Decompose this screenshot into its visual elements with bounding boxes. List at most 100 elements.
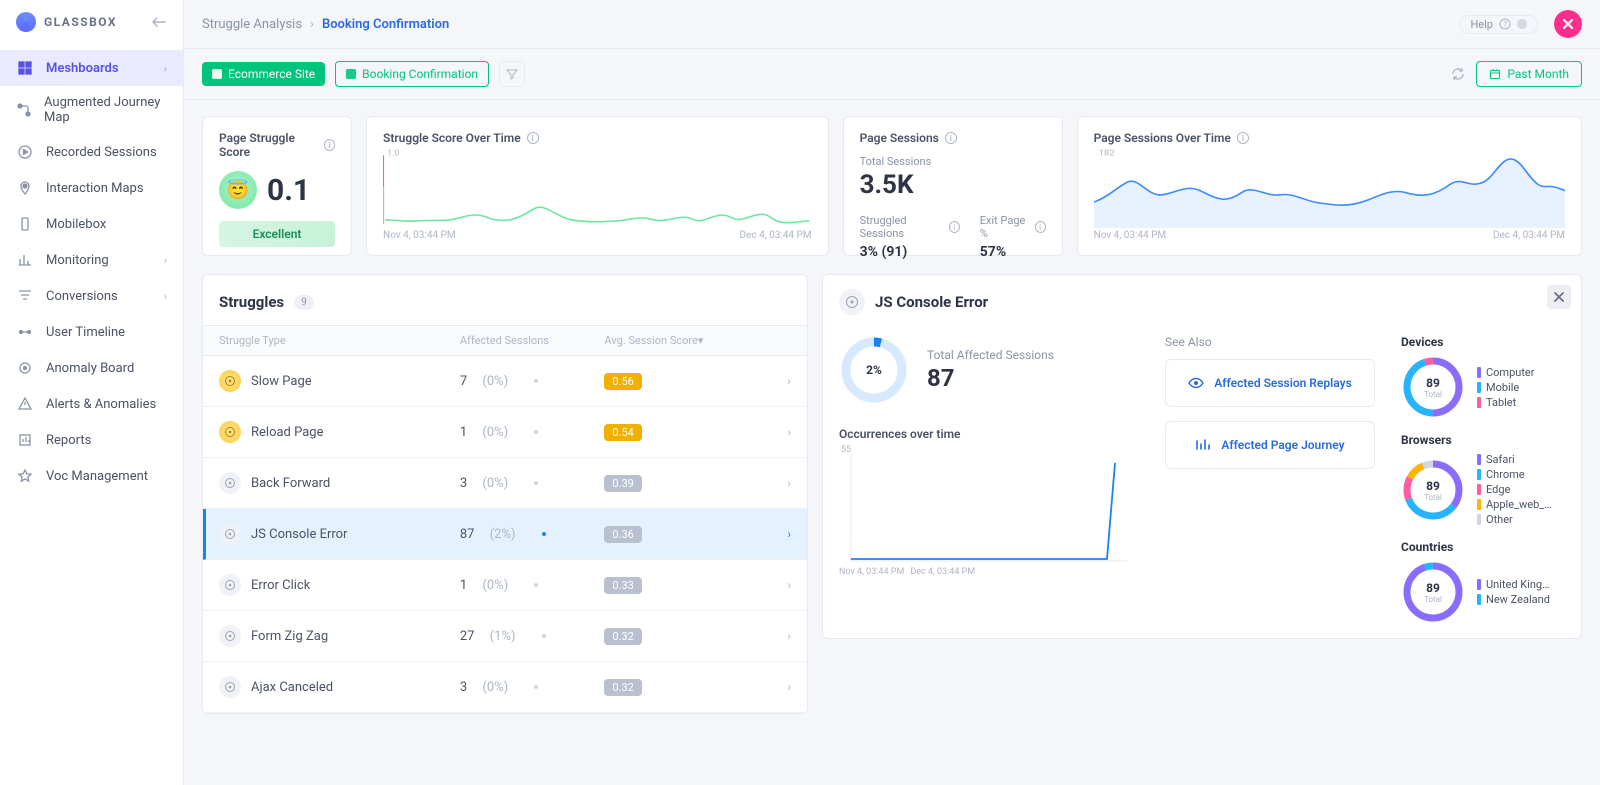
pin-icon — [16, 179, 34, 197]
sidebar-item-conversions[interactable]: Conversions › — [0, 278, 183, 314]
table-row[interactable]: Error Click 1 (0%) 0.33 › — [203, 560, 807, 611]
info-icon[interactable]: i — [324, 139, 335, 151]
struggle-type-icon — [219, 370, 241, 392]
ytick: 1.0 — [387, 148, 399, 158]
chevron-right-icon: › — [164, 290, 167, 303]
sidebar-item-label: Alerts & Anomalies — [46, 397, 156, 412]
sidebar-item-label: Monitoring — [46, 253, 109, 268]
affected-journey-label: Affected Page Journey — [1221, 438, 1344, 452]
funnel-icon — [16, 287, 34, 305]
table-row[interactable]: Slow Page 7 (0%) 0.56 › — [203, 356, 807, 407]
site-chip[interactable]: Ecommerce Site — [202, 62, 325, 86]
spark-dot-icon — [542, 634, 546, 638]
struggles-row: Struggles 9 Struggle Type Affected Sessi… — [202, 274, 1582, 714]
legend-label: Apple_web_… — [1486, 498, 1552, 511]
spark-dot-icon — [534, 685, 538, 689]
legend-item: Other — [1477, 513, 1552, 526]
struggles-count: 9 — [294, 295, 314, 310]
page-sessions-title: Page Sessions — [860, 131, 939, 145]
see-also-title: See Also — [1165, 335, 1375, 349]
sidebar-item-label: Anomaly Board — [46, 361, 134, 376]
legend-swatch-icon — [1477, 382, 1481, 393]
sidebar-item-label: User Timeline — [46, 325, 125, 340]
sessions-pct: (0%) — [482, 578, 508, 593]
sessions-count: 27 — [460, 629, 475, 644]
struggle-name: Form Zig Zag — [251, 629, 328, 644]
struggled-value: 3% (91) — [860, 244, 960, 260]
brand-name: GLASSBOX — [44, 15, 117, 29]
donut-devices: Devices 89 Total ComputerMobileTablet — [1401, 335, 1565, 419]
sidebar-item-label: Meshboards — [46, 61, 119, 76]
svg-text:89: 89 — [1426, 479, 1440, 493]
chevron-right-icon: › — [761, 680, 791, 694]
sidebar-item-label: Conversions — [46, 289, 118, 304]
legend-swatch-icon — [1477, 579, 1481, 590]
sessions-count: 1 — [460, 578, 467, 593]
info-icon[interactable]: i — [1237, 132, 1249, 144]
play-icon — [16, 143, 34, 161]
table-row[interactable]: Form Zig Zag 27 (1%) 0.32 › — [203, 611, 807, 662]
star-icon — [16, 467, 34, 485]
legend-label: Edge — [1486, 483, 1510, 496]
sort-desc-icon: ▾ — [698, 334, 704, 347]
legend-label: United King… — [1486, 578, 1549, 591]
breadcrumb-root[interactable]: Struggle Analysis — [202, 17, 302, 32]
sidebar-item-voc-management[interactable]: Voc Management — [0, 458, 183, 494]
affected-label: Total Affected Sessions — [927, 348, 1054, 362]
help-button[interactable]: Help ? — [1459, 15, 1538, 34]
affected-replays-label: Affected Session Replays — [1214, 376, 1352, 390]
sidebar-item-anomaly-board[interactable]: Anomaly Board — [0, 350, 183, 386]
table-row[interactable]: Reload Page 1 (0%) 0.54 › — [203, 407, 807, 458]
sessions-count: 3 — [460, 476, 467, 491]
table-row[interactable]: Back Forward 3 (0%) 0.39 › — [203, 458, 807, 509]
struggle-name: Error Click — [251, 578, 310, 593]
struggle-type-icon — [219, 574, 241, 596]
sidebar-item-label: Mobilebox — [46, 217, 106, 232]
sidebar-item-meshboards[interactable]: Meshboards › — [0, 50, 183, 86]
sessions-over-time-title: Page Sessions Over Time — [1094, 131, 1231, 145]
exit-value: 57% — [980, 244, 1046, 260]
session-score-chip: 0.39 — [604, 475, 641, 492]
score-over-time-title: Struggle Score Over Time — [383, 131, 521, 145]
info-icon[interactable]: i — [945, 132, 957, 144]
date-range-button[interactable]: Past Month — [1476, 61, 1582, 87]
filter-button[interactable] — [499, 61, 525, 87]
sidebar-item-monitoring[interactable]: Monitoring › — [0, 242, 183, 278]
sidebar-item-reports[interactable]: Reports — [0, 422, 183, 458]
affected-journey-button[interactable]: Affected Page Journey — [1165, 421, 1375, 469]
sidebar-item-mobilebox[interactable]: Mobilebox — [0, 206, 183, 242]
detail-close-button[interactable] — [1547, 285, 1571, 309]
legend-swatch-icon — [1477, 499, 1481, 510]
collapse-sidebar-icon[interactable] — [151, 16, 167, 28]
chart-end-label: Dec 4, 03:44 PM — [740, 230, 812, 241]
legend-swatch-icon — [1477, 514, 1481, 525]
info-icon[interactable]: i — [1035, 221, 1046, 233]
legend-item: Apple_web_… — [1477, 498, 1552, 511]
info-icon[interactable]: i — [527, 132, 539, 144]
sidebar-item-recorded-sessions[interactable]: Recorded Sessions — [0, 134, 183, 170]
col-sessions[interactable]: Affected Sessions — [460, 334, 605, 347]
sidebar-item-user-timeline[interactable]: User Timeline — [0, 314, 183, 350]
help-label: Help — [1470, 18, 1493, 31]
info-icon[interactable]: i — [949, 221, 960, 233]
col-type[interactable]: Struggle Type — [219, 334, 460, 347]
table-row[interactable]: Ajax Canceled 3 (0%) 0.32 › — [203, 662, 807, 713]
sidebar-item-augmented-journey-map[interactable]: Augmented Journey Map — [0, 86, 183, 134]
refresh-button[interactable] — [1450, 66, 1466, 82]
sidebar-item-alerts-anomalies[interactable]: Alerts & Anomalies — [0, 386, 183, 422]
sessions-count: 7 — [460, 374, 467, 389]
col-score[interactable]: Avg. Session Score▾ — [604, 334, 761, 347]
table-row[interactable]: JS Console Error 87 (2%) 0.36 › — [203, 509, 807, 560]
affected-replays-button[interactable]: Affected Session Replays — [1165, 359, 1375, 407]
sidebar-item-interaction-maps[interactable]: Interaction Maps — [0, 170, 183, 206]
total-sessions-label: Total Sessions — [860, 155, 1046, 168]
error-icon — [839, 289, 865, 315]
struggle-type-icon — [219, 625, 241, 647]
donut-legend: United King…New Zealand — [1477, 578, 1550, 606]
spark-dot-icon — [542, 532, 546, 536]
sessions-count: 1 — [460, 425, 467, 440]
page-chip[interactable]: Booking Confirmation — [335, 61, 489, 87]
struggled-label: Struggled Sessions — [860, 214, 945, 240]
close-button[interactable] — [1554, 10, 1582, 38]
sessions-over-time-chart: 182 — [1094, 145, 1565, 228]
